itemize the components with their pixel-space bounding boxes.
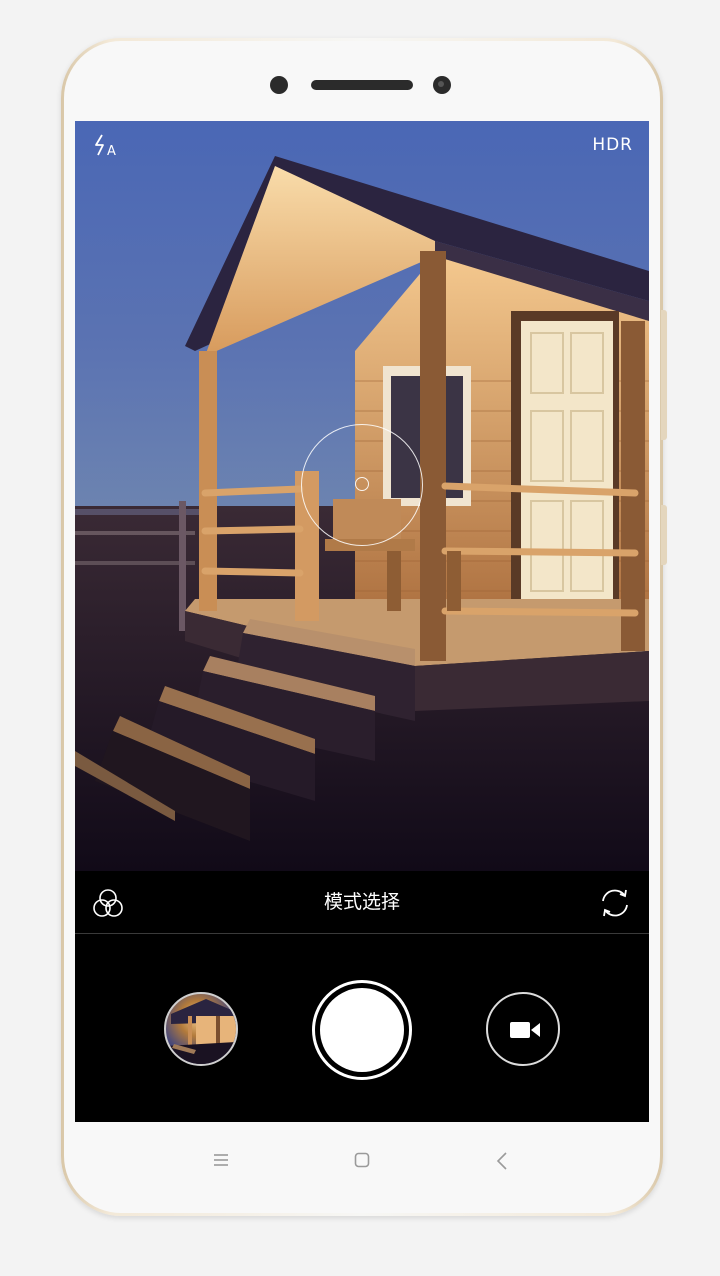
shutter-button[interactable] xyxy=(312,980,412,1080)
volume-button xyxy=(661,310,667,440)
switch-camera-icon[interactable] xyxy=(597,885,633,921)
svg-text:A: A xyxy=(107,144,116,159)
camera-viewfinder[interactable]: A HDR xyxy=(75,121,649,871)
gallery-thumbnail[interactable] xyxy=(164,992,238,1066)
video-mode-button[interactable] xyxy=(486,992,560,1066)
earpiece-speaker xyxy=(311,80,413,90)
home-icon[interactable] xyxy=(354,1152,370,1172)
hdr-toggle[interactable]: HDR xyxy=(592,133,633,157)
focus-point xyxy=(355,477,369,491)
front-camera xyxy=(270,76,288,94)
power-button xyxy=(661,505,667,565)
menu-icon[interactable] xyxy=(212,1152,230,1172)
shutter-icon xyxy=(320,988,404,1072)
capture-controls xyxy=(75,934,649,1122)
proximity-sensor xyxy=(433,76,451,94)
video-camera-icon xyxy=(510,1022,540,1038)
camera-screen: A HDR 模式选择 xyxy=(75,121,649,1122)
mode-bar: 模式选择 xyxy=(75,871,649,934)
mode-select-label[interactable]: 模式选择 xyxy=(75,889,649,915)
back-icon[interactable] xyxy=(495,1152,509,1174)
